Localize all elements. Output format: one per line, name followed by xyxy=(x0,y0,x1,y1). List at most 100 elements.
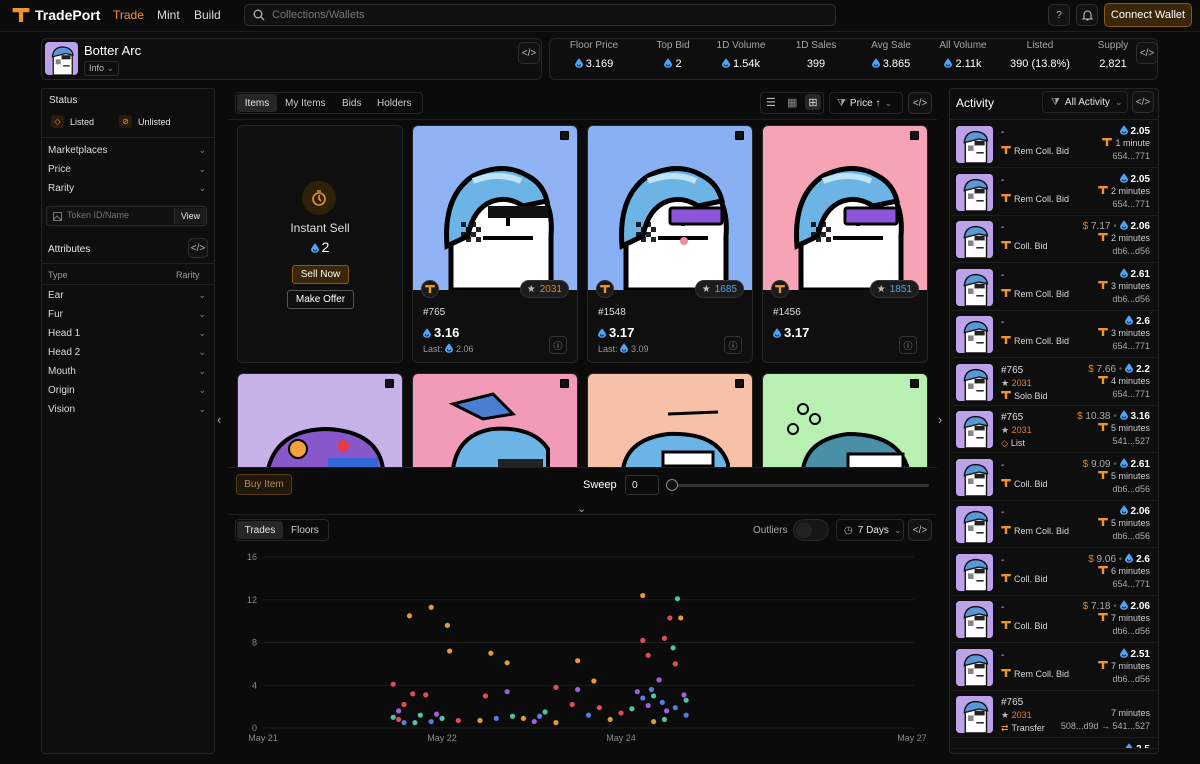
collapse-sidebar-icon[interactable]: ‹ xyxy=(217,412,221,427)
search-bar[interactable] xyxy=(244,4,836,26)
activity-row[interactable]: #765 ★ 2031 Solo Bid $ 7.66 • 2.2 4 minutes 6… xyxy=(951,359,1158,406)
trade-point[interactable] xyxy=(401,720,407,726)
activity-row[interactable]: - Coll. Bid $ 7.18 • 2.06 7 minutes db6...d5… xyxy=(951,596,1158,643)
trade-point[interactable] xyxy=(434,711,440,717)
collapse-activity-icon[interactable]: › xyxy=(938,412,942,427)
trade-point[interactable] xyxy=(651,693,657,699)
grid-large-icon[interactable]: ⊞ xyxy=(805,94,821,110)
embed-code-icon[interactable]: </> xyxy=(1136,42,1158,64)
attr-mouth[interactable]: Mouth ⌄ xyxy=(48,366,214,377)
trade-point[interactable] xyxy=(428,604,434,610)
info-icon[interactable]: ⓘ xyxy=(549,336,567,354)
tab-my-items[interactable]: My Items xyxy=(285,98,326,109)
nft-card[interactable] xyxy=(237,373,403,468)
trade-point[interactable] xyxy=(640,695,646,701)
search-input[interactable] xyxy=(272,9,812,21)
trade-point[interactable] xyxy=(664,708,670,714)
trade-point[interactable] xyxy=(509,713,516,719)
filter-price[interactable]: Price ⌄ xyxy=(48,164,214,175)
embed-code-icon[interactable]: </> xyxy=(908,92,932,114)
trade-point[interactable] xyxy=(629,706,635,712)
activity-row[interactable]: - Rem Coll. Bid 2.06 5 minutes db6...d56 xyxy=(951,501,1158,548)
trade-point[interactable] xyxy=(575,686,581,693)
trade-point[interactable] xyxy=(640,592,646,599)
activity-row[interactable]: - Rem Coll. Bid 2.61 3 minutes db6...d56 xyxy=(951,264,1158,311)
embed-code-icon[interactable]: </> xyxy=(1132,91,1154,113)
trade-point[interactable] xyxy=(674,596,681,602)
filter-rarity[interactable]: Rarity ⌄ xyxy=(48,183,214,194)
filter-marketplaces[interactable]: Marketplaces ⌄ xyxy=(48,145,214,156)
nav-mint[interactable]: Mint xyxy=(157,8,180,22)
attr-head-1[interactable]: Head 1 ⌄ xyxy=(48,328,214,339)
trade-point[interactable] xyxy=(447,648,453,654)
trade-point[interactable] xyxy=(585,712,592,718)
trade-point[interactable] xyxy=(504,660,510,666)
select-checkbox[interactable] xyxy=(560,131,569,140)
tab-items[interactable]: Items xyxy=(237,94,277,112)
trade-point[interactable] xyxy=(390,714,396,720)
trade-point[interactable] xyxy=(648,686,655,693)
activity-filter-dropdown[interactable]: ⧩ All Activity ⌄ xyxy=(1042,91,1128,113)
attr-fur[interactable]: Fur ⌄ xyxy=(48,309,214,320)
range-dropdown[interactable]: ◷ 7 Days ⌄ xyxy=(836,519,904,541)
sort-dropdown[interactable]: ⧩ Price ↑ ⌄ xyxy=(829,92,903,114)
trade-point[interactable] xyxy=(455,717,461,724)
nav-build[interactable]: Build xyxy=(194,8,221,22)
select-checkbox[interactable] xyxy=(910,131,919,140)
brand-logo[interactable]: TradePort xyxy=(12,7,100,23)
attr-ear[interactable]: Ear ⌄ xyxy=(48,290,214,301)
trade-point[interactable] xyxy=(591,678,597,684)
info-dropdown[interactable]: Info ⌄ xyxy=(84,61,120,76)
trade-point[interactable] xyxy=(645,652,651,658)
activity-row[interactable]: 2.5 xyxy=(951,739,1158,749)
trade-point[interactable] xyxy=(575,658,581,664)
trade-point[interactable] xyxy=(504,689,510,695)
trade-point[interactable] xyxy=(683,712,689,718)
attr-head-2[interactable]: Head 2 ⌄ xyxy=(48,347,214,358)
trade-point[interactable] xyxy=(477,717,483,724)
trade-point[interactable] xyxy=(488,650,494,656)
activity-row[interactable]: - Coll. Bid $ 7.17 • 2.06 2 minutes db6...d5… xyxy=(951,216,1158,263)
activity-row[interactable]: - Rem Coll. Bid 2.05 1 minute 654...771 xyxy=(951,121,1158,168)
embed-code-icon[interactable]: </> xyxy=(188,238,208,258)
trade-point[interactable] xyxy=(596,705,602,711)
embed-code-icon[interactable]: </> xyxy=(518,42,540,64)
trade-point[interactable] xyxy=(482,693,489,699)
token-search-input[interactable] xyxy=(67,210,167,220)
trade-point[interactable] xyxy=(396,716,402,723)
activity-row[interactable]: - Coll. Bid $ 9.09 • 2.61 5 minutes db6...d5… xyxy=(951,454,1158,501)
outliers-toggle[interactable] xyxy=(793,519,829,541)
trade-point[interactable] xyxy=(396,708,402,714)
nft-card[interactable]: ★ 1851 #1456 3.17 ⓘ xyxy=(762,125,928,363)
attr-origin[interactable]: Origin ⌄ xyxy=(48,385,214,396)
sell-now-button[interactable]: Sell Now xyxy=(292,265,349,284)
activity-row[interactable]: - Coll. Bid $ 9.06 • 2.6 6 minutes 654...771 xyxy=(951,549,1158,596)
view-button[interactable]: View xyxy=(174,208,206,224)
help-button[interactable]: ? xyxy=(1048,4,1070,26)
trade-point[interactable] xyxy=(683,697,689,703)
status-listed-toggle[interactable]: ◇ Listed xyxy=(51,115,94,128)
select-checkbox[interactable] xyxy=(735,131,744,140)
trade-point[interactable] xyxy=(542,709,548,715)
notifications-button[interactable] xyxy=(1076,4,1098,26)
activity-row[interactable]: - Rem Coll. Bid 2.51 7 minutes db6...d56 xyxy=(951,644,1158,691)
info-icon[interactable]: ⓘ xyxy=(899,336,917,354)
trade-point[interactable] xyxy=(640,637,646,643)
trade-point[interactable] xyxy=(667,615,673,621)
trade-point[interactable] xyxy=(672,661,678,667)
trade-point[interactable] xyxy=(672,705,678,711)
tab-floors[interactable]: Floors xyxy=(291,525,319,536)
nav-trade[interactable]: Trade xyxy=(113,8,144,22)
nft-card[interactable] xyxy=(412,373,578,468)
grid-small-icon[interactable]: ▦ xyxy=(787,96,797,109)
tab-trades[interactable]: Trades xyxy=(237,521,283,539)
sweep-input[interactable]: 0 xyxy=(625,475,659,495)
info-icon[interactable]: ⓘ xyxy=(724,336,742,354)
trade-point[interactable] xyxy=(537,713,543,719)
trade-point[interactable] xyxy=(423,692,429,698)
select-checkbox[interactable] xyxy=(910,379,919,388)
select-checkbox[interactable] xyxy=(735,379,744,388)
trade-point[interactable] xyxy=(670,645,676,651)
trade-point[interactable] xyxy=(661,716,668,723)
trade-point[interactable] xyxy=(406,613,413,619)
